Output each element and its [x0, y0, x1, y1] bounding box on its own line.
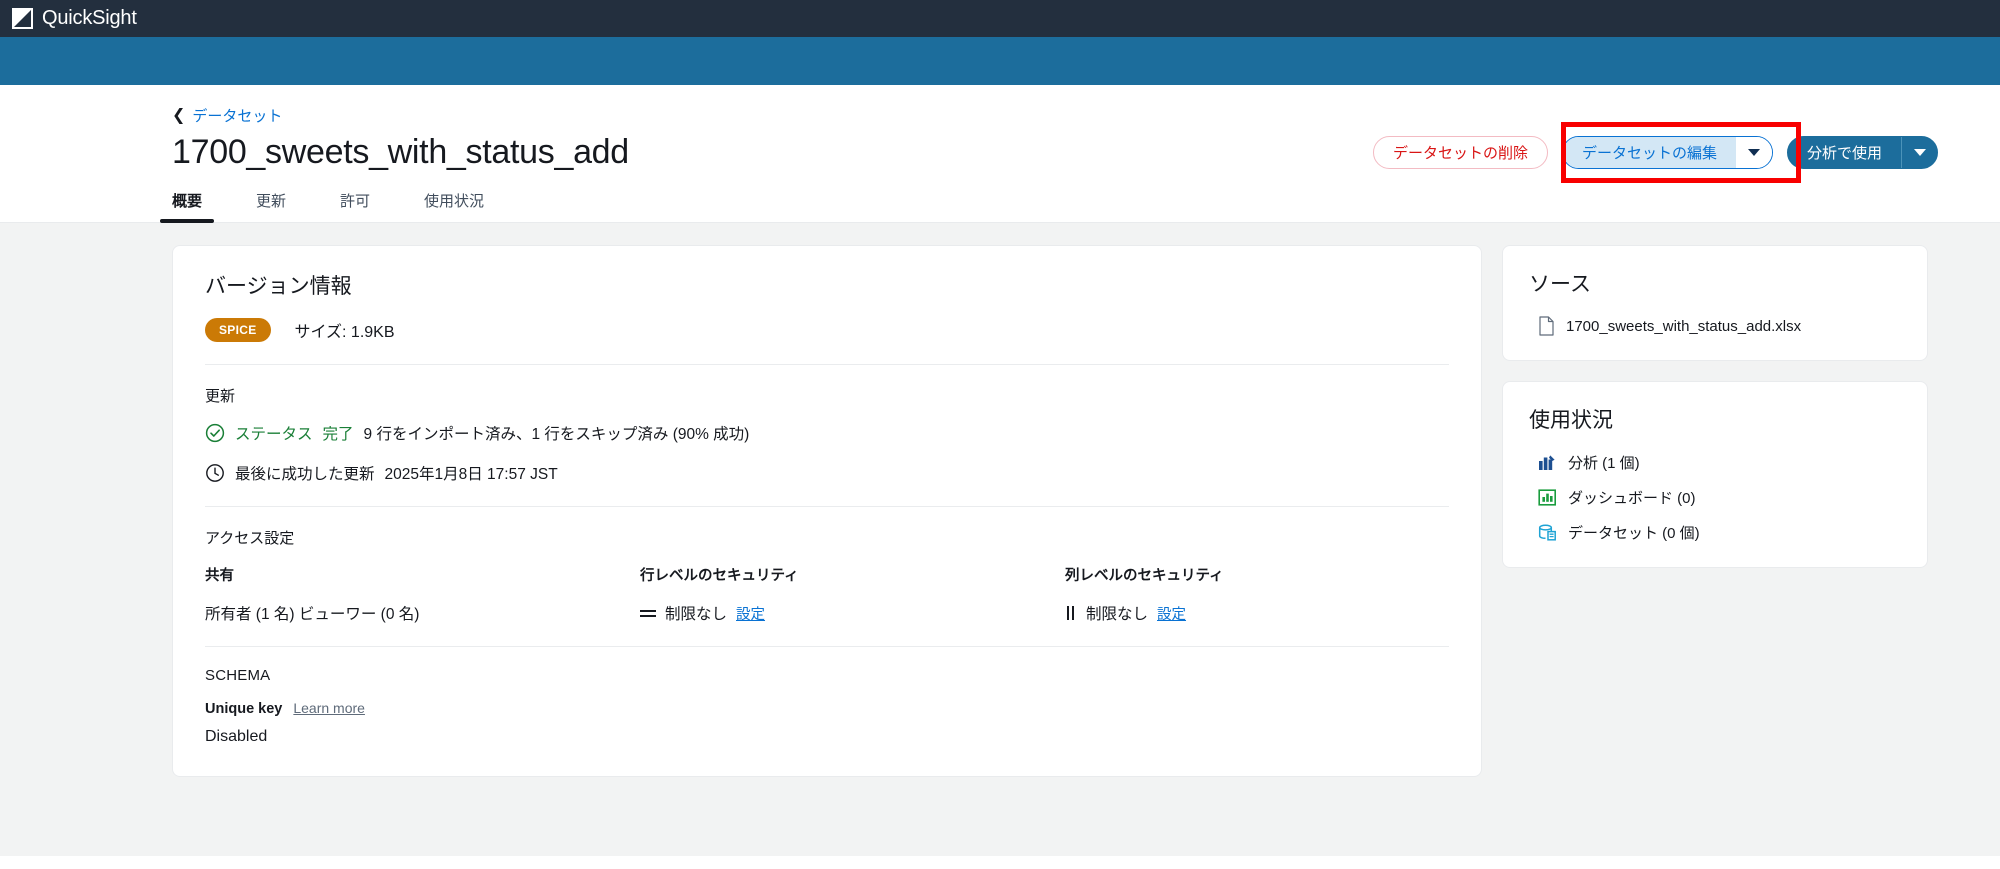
- column-level-security-column: 列レベルのセキュリティ 制限なし 設定: [1065, 564, 1365, 624]
- access-settings-grid: 共有 所有者 (1 名) ビューワー (0 名) 行レベルのセキュリティ 制限な…: [205, 564, 1449, 624]
- tab-refresh[interactable]: 更新: [256, 190, 286, 222]
- edit-dataset-split-button[interactable]: データセットの編集: [1561, 136, 1773, 169]
- usage-item-datasets[interactable]: データセット (0 個): [1529, 522, 1901, 543]
- last-refresh-row: 最後に成功した更新 2025年1月8日 17:57 JST: [205, 462, 1449, 484]
- usage-label-datasets: データセット (0 個): [1568, 525, 1700, 542]
- divider: [205, 364, 1449, 365]
- refresh-status-value: 完了: [322, 426, 354, 443]
- usage-item-analyses[interactable]: 分析 (1 個): [1529, 452, 1901, 473]
- divider: [205, 506, 1449, 507]
- use-in-analysis-split-button[interactable]: 分析で使用: [1786, 136, 1938, 169]
- tab-permissions[interactable]: 許可: [340, 190, 370, 222]
- unique-key-value: Disabled: [205, 728, 268, 745]
- chevron-down-icon: [1913, 149, 1926, 156]
- breadcrumb[interactable]: ❮ データセット: [0, 85, 282, 126]
- last-refresh-value: 2025年1月8日 17:57 JST: [384, 466, 558, 483]
- column-level-security-value-row: 制限なし 設定: [1065, 602, 1365, 624]
- rows-icon: [640, 607, 656, 619]
- edit-dataset-split-button-wrapper: データセットの編集: [1560, 122, 1801, 183]
- source-card: ソース 1700_sweets_with_status_add.xlsx: [1502, 245, 1928, 361]
- row-level-security-value-row: 制限なし 設定: [640, 602, 1065, 624]
- app-name: QuickSight: [42, 7, 137, 29]
- tab-overview[interactable]: 概要: [159, 190, 215, 223]
- edit-dataset-button[interactable]: データセットの編集: [1562, 137, 1736, 168]
- row-level-security-settings-link[interactable]: 設定: [736, 603, 765, 624]
- dataset-tabs: 概要 更新 許可 使用状況: [0, 190, 2000, 223]
- sharing-column: 共有 所有者 (1 名) ビューワー (0 名): [205, 564, 640, 624]
- overview-card: バージョン情報 SPICE サイズ: 1.9KB 更新 ステータス 完了 9 行…: [172, 245, 1482, 777]
- brand-color-band: [0, 37, 2000, 85]
- status-badge: SPICE: [205, 318, 271, 342]
- page-title: 1700_sweets_with_status_add: [172, 133, 629, 171]
- tab-usage[interactable]: 使用状況: [424, 190, 484, 222]
- usage-label-dashboards: ダッシュボード (0): [1568, 490, 1696, 507]
- dashboard-icon: [1538, 488, 1557, 507]
- column-level-security-header: 列レベルのセキュリティ: [1065, 568, 1224, 584]
- chevron-left-icon: ❮: [172, 106, 186, 124]
- check-circle-icon: [205, 423, 225, 443]
- use-in-analysis-dropdown-toggle[interactable]: [1901, 137, 1937, 168]
- sharing-header: 共有: [205, 568, 234, 584]
- global-top-bar: QuickSight: [0, 0, 2000, 37]
- source-title: ソース: [1529, 273, 1591, 296]
- row-level-security-value: 制限なし: [665, 606, 728, 623]
- usage-card: 使用状況 分析 (1 個) ダッシュボード (0) データセット (0 個): [1502, 381, 1928, 568]
- dataset-icon: [1538, 523, 1557, 542]
- version-info-title: バージョン情報: [205, 275, 352, 298]
- columns-icon: [1065, 606, 1077, 620]
- title-row: 1700_sweets_with_status_add データセットの削除 デー…: [0, 122, 2000, 183]
- access-settings-title: アクセス設定: [205, 530, 295, 547]
- edit-dataset-dropdown-toggle[interactable]: [1735, 137, 1772, 168]
- refresh-section-title: 更新: [205, 388, 236, 405]
- page-header: ❮ データセット 1700_sweets_with_status_add データ…: [0, 85, 2000, 223]
- analysis-icon: [1538, 453, 1557, 472]
- sharing-value: 所有者 (1 名) ビューワー (0 名): [205, 606, 420, 623]
- spice-row: SPICE サイズ: 1.9KB: [205, 318, 1449, 342]
- refresh-status-row: ステータス 完了 9 行をインポート済み、1 行をスキップ済み (90% 成功): [205, 422, 1449, 444]
- page-body: バージョン情報 SPICE サイズ: 1.9KB 更新 ステータス 完了 9 行…: [0, 223, 2000, 856]
- side-column: ソース 1700_sweets_with_status_add.xlsx 使用状…: [1502, 245, 1928, 568]
- clock-icon: [205, 463, 225, 483]
- unique-key-label: Unique key: [205, 701, 283, 717]
- column-level-security-value: 制限なし: [1086, 606, 1149, 623]
- unique-key-row: Unique key Learn more: [205, 700, 1449, 717]
- source-file-row[interactable]: 1700_sweets_with_status_add.xlsx: [1529, 316, 1901, 336]
- refresh-status-detail: 9 行をインポート済み、1 行をスキップ済み (90% 成功): [363, 426, 750, 443]
- breadcrumb-label: データセット: [192, 108, 283, 125]
- column-level-security-settings-link[interactable]: 設定: [1157, 603, 1186, 624]
- row-level-security-column: 行レベルのセキュリティ 制限なし 設定: [640, 564, 1065, 624]
- usage-item-dashboards[interactable]: ダッシュボード (0): [1529, 487, 1901, 508]
- schema-title: SCHEMA: [205, 667, 271, 684]
- last-refresh-label: 最後に成功した更新: [235, 466, 375, 483]
- usage-title: 使用状況: [1529, 409, 1613, 432]
- learn-more-link[interactable]: Learn more: [293, 700, 365, 716]
- chevron-down-icon: [1748, 149, 1761, 156]
- dataset-size: サイズ: 1.9KB: [294, 324, 395, 341]
- source-file-name: 1700_sweets_with_status_add.xlsx: [1566, 317, 1802, 335]
- header-actions: データセットの削除 データセットの編集 分析で使用: [1372, 122, 1938, 183]
- divider: [205, 646, 1449, 647]
- usage-label-analyses: 分析 (1 個): [1568, 455, 1640, 472]
- file-icon: [1538, 316, 1555, 336]
- row-level-security-header: 行レベルのセキュリティ: [640, 568, 799, 584]
- delete-dataset-button[interactable]: データセットの削除: [1372, 136, 1548, 169]
- use-in-analysis-button[interactable]: 分析で使用: [1788, 137, 1901, 168]
- quicksight-logo-icon: [12, 8, 33, 29]
- refresh-status-label: ステータス: [235, 426, 313, 443]
